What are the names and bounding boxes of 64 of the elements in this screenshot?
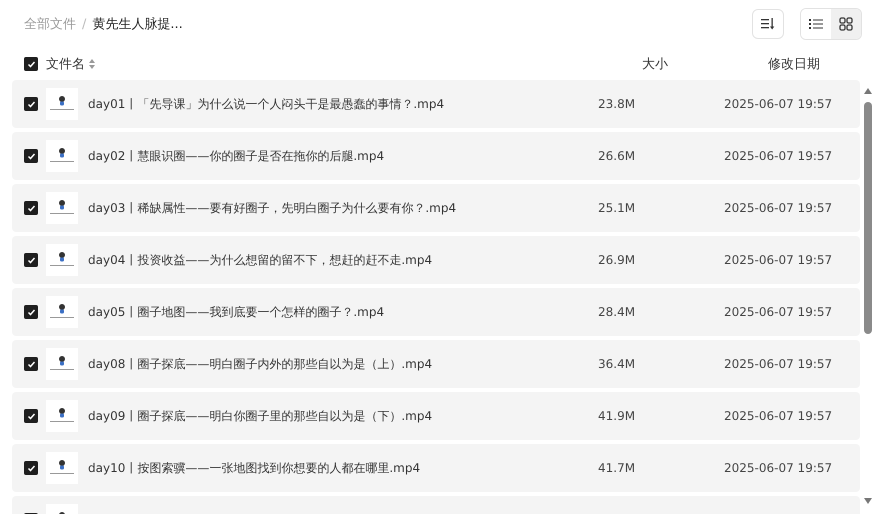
file-size: 28.4M <box>598 305 636 319</box>
file-size: 41.7M <box>598 461 636 475</box>
column-header[interactable]: 大小 <box>642 55 768 73</box>
file-row[interactable]: day08丨圈子探底——明白圈子内外的那些自以为是（上）.mp4 36.4M 2025-06-07 19:57 <box>12 340 860 388</box>
checkbox[interactable] <box>24 305 38 319</box>
checkbox[interactable] <box>24 57 38 71</box>
check-icon <box>26 152 36 160</box>
check-icon <box>26 412 36 420</box>
checkbox[interactable] <box>24 149 38 163</box>
list-icon <box>809 18 823 30</box>
checkbox[interactable] <box>24 97 38 111</box>
file-name: day08丨圈子探底——明白圈子内外的那些自以为是（上）.mp4 <box>88 356 434 372</box>
check-icon <box>26 256 36 264</box>
file-row[interactable]: day01丨「先导课」为什么说一个人闷头干是最愚蠢的事情？.mp4 23.8M 2025-06-07 19:57 <box>12 80 860 128</box>
file-row[interactable]: day02丨慧眼识圈——你的圈子是否在拖你的后腿.mp4 26.6M 2025-06-07 19:57 <box>12 132 860 180</box>
file-row[interactable]: day05丨圈子地图——我到底要一个怎样的圈子？.mp4 28.4M 2025-06-07 19:57 <box>12 288 860 336</box>
check-icon <box>26 360 36 368</box>
modified-date: 2025-06-07 19:57 <box>724 409 832 423</box>
breadcrumb-link[interactable]: 黄先生人脉提... <box>92 15 183 33</box>
checkbox[interactable] <box>24 461 38 475</box>
file-name: day01丨「先导课」为什么说一个人闷头干是最愚蠢的事情？.mp4 <box>88 96 446 112</box>
file-name: day04丨投资收益——为什么想留的留不下，想赶的赶不走.mp4 <box>88 252 434 268</box>
modified-date: 2025-06-07 19:57 <box>724 149 832 163</box>
checkbox[interactable] <box>24 201 38 215</box>
file-row[interactable]: day04丨投资收益——为什么想留的留不下，想赶的赶不走.mp4 26.9M 2025-06-07 19:57 <box>12 236 860 284</box>
file-size: 41.9M <box>598 409 636 423</box>
modified-date: 2025-06-07 19:57 <box>724 201 832 215</box>
modified-date: 2025-06-07 19:57 <box>724 357 832 371</box>
file-row[interactable]: day10丨按图索骥——一张地图找到你想要的人都在哪里.mp4 41.7M 2025-06-07 19:57 <box>12 444 860 492</box>
sort-button[interactable] <box>752 9 784 39</box>
check-icon <box>26 60 36 68</box>
file-name: day05丨圈子地图——我到底要一个怎样的圈子？.mp4 <box>88 304 386 320</box>
checkbox[interactable] <box>24 357 38 371</box>
scroll-down-icon[interactable] <box>864 498 872 504</box>
file-name: day02丨慧眼识圈——你的圈子是否在拖你的后腿.mp4 <box>88 148 386 164</box>
file-size: 25.1M <box>598 201 636 215</box>
check-icon <box>26 204 36 212</box>
modified-date: 2025-06-07 19:57 <box>724 461 832 475</box>
checkbox[interactable] <box>24 409 38 423</box>
scroll-up-icon[interactable] <box>864 88 872 94</box>
column-header[interactable]: 文件名 <box>46 55 85 73</box>
file-row[interactable]: day09丨圈子探底——明白你圈子里的那些自以为是（下）.mp4 41.9M 2025-06-07 19:57 <box>12 392 860 440</box>
check-icon <box>26 464 36 472</box>
file-name: day03丨稀缺属性——要有好圈子，先明白圈子为什么要有你？.mp4 <box>88 200 458 216</box>
check-icon <box>26 308 36 316</box>
check-icon <box>26 100 36 108</box>
scrollbar-thumb[interactable] <box>864 102 872 334</box>
file-name: day09丨圈子探底——明白你圈子里的那些自以为是（下）.mp4 <box>88 408 434 424</box>
file-size: 26.6M <box>598 149 636 163</box>
sort-icon[interactable] <box>89 59 95 69</box>
file-row[interactable]: day03丨稀缺属性——要有好圈子，先明白圈子为什么要有你？.mp4 25.1M 2025-06-07 19:57 <box>12 184 860 232</box>
breadcrumb-separator: / <box>82 16 86 32</box>
file-size: 36.4M <box>598 357 636 371</box>
column-header[interactable]: 修改日期 <box>768 55 820 73</box>
grid-view-button[interactable] <box>831 9 861 39</box>
modified-date: 2025-06-07 19:57 <box>724 97 832 111</box>
sort-icon <box>761 18 775 30</box>
grid-icon <box>839 17 853 31</box>
modified-date: 2025-06-07 19:57 <box>724 305 832 319</box>
file-size: 26.9M <box>598 253 636 267</box>
modified-date: 2025-06-07 19:57 <box>724 253 832 267</box>
file-name: day10丨按图索骥——一张地图找到你想要的人都在哪里.mp4 <box>88 460 422 476</box>
file-size: 23.8M <box>598 97 636 111</box>
checkbox[interactable] <box>24 253 38 267</box>
